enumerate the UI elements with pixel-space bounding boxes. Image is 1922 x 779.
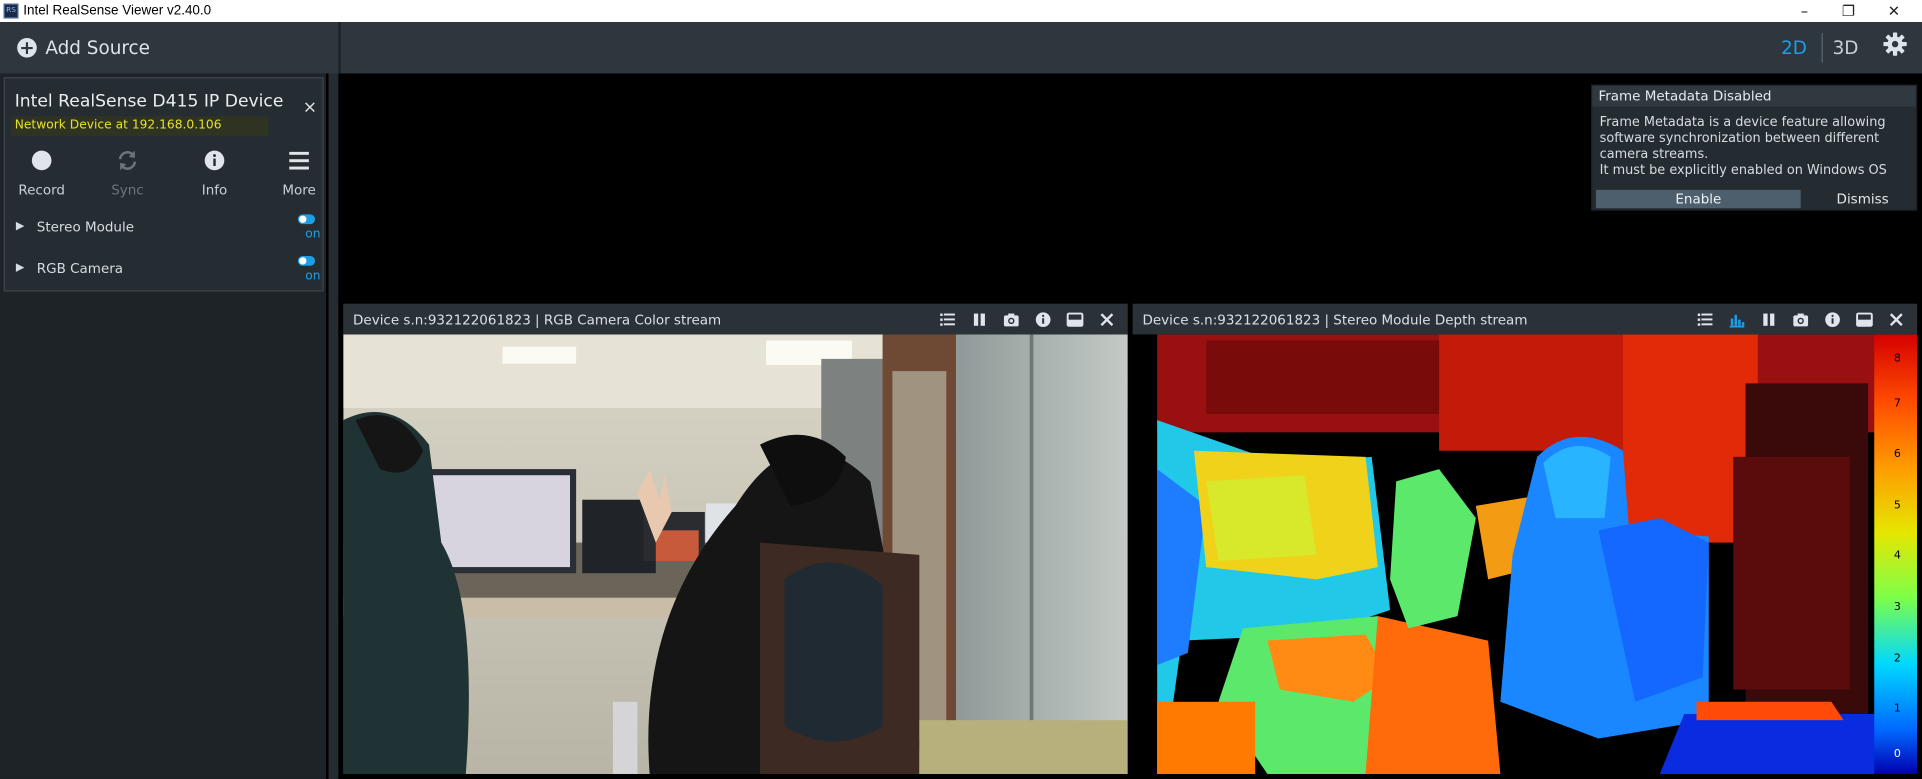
settings-gear-icon[interactable] [1883,32,1908,56]
info-icon[interactable] [1824,311,1841,328]
colorbar-label-7: 7 [1893,398,1901,411]
colorbar-label-8: 8 [1893,352,1901,365]
toolbar-divider [338,22,341,74]
minimize-stream-icon[interactable] [1066,311,1084,328]
colorbar-label-0: 0 [1893,748,1901,761]
rgb-color-stream-panel: Device s.n:932122061823 | RGB Camera Col… [343,303,1128,775]
notification-message: Frame Metadata is a device feature allow… [1599,115,1887,178]
colorbar-label-5: 5 [1893,499,1901,512]
pause-icon[interactable] [1760,311,1777,328]
app-logo-icon: RS [3,3,19,19]
depth-image [1132,334,1918,775]
minimize-stream-icon[interactable] [1856,311,1873,328]
info-button[interactable]: Info [178,147,252,208]
colorbar-label-2: 2 [1893,652,1901,666]
info-icon[interactable] [1035,311,1052,328]
stereo-module-state: on [305,227,321,242]
sync-label: Sync [111,182,144,199]
metadata-notification: Frame Metadata Disabled Frame Metadata i… [1591,84,1918,211]
rgb-camera-row[interactable]: ▶ RGB Camera on [15,255,321,288]
rgb-camera-toggle[interactable] [297,255,316,266]
expand-arrow-icon[interactable]: ▶ [16,262,24,274]
stream-title: Device s.n:932122061823 | Stereo Module … [1142,312,1528,329]
record-label: Record [18,182,65,199]
list-icon[interactable] [939,311,956,328]
menu-icon [289,151,309,170]
info-icon [204,150,225,171]
enable-metadata-button[interactable]: Enable [1595,189,1801,209]
device-address: Network Device at 192.168.0.106 [11,116,269,136]
realsense-viewer-window: RS Intel RealSense Viewer v2.40.0 – ❐ ✕ … [0,0,1922,779]
stream-header: Device s.n:932122061823 | RGB Camera Col… [343,303,1128,335]
stream-header: Device s.n:932122061823 | Stereo Module … [1132,303,1918,335]
view-3d-button[interactable]: 3D [1833,37,1859,59]
camera-icon[interactable] [1003,311,1020,328]
view-toggle-divider [1821,33,1823,63]
rgb-camera-frame [343,334,1128,775]
close-window-button[interactable]: ✕ [1873,0,1915,22]
rgb-camera-image [343,334,1128,775]
close-stream-icon[interactable] [1098,311,1115,328]
stream-title: Device s.n:932122061823 | RGB Camera Col… [353,312,722,329]
minimize-window-button[interactable]: – [1784,0,1826,22]
more-button[interactable]: More [262,147,336,208]
histogram-icon[interactable] [1728,311,1745,328]
depth-stream-panel: Device s.n:932122061823 | Stereo Module … [1132,303,1918,775]
stereo-module-row[interactable]: ▶ Stereo Module on [15,214,321,246]
add-circle-icon: + [17,38,37,58]
colorbar-label-6: 6 [1893,448,1901,461]
notification-title: Frame Metadata Disabled [1592,85,1916,107]
add-source-label: Add Source [45,36,150,59]
rgb-camera-label: RGB Camera [36,260,124,277]
colorbar-label-3: 3 [1893,601,1901,614]
view-2d-button[interactable]: 2D [1781,37,1807,59]
title-bar: RS Intel RealSense Viewer v2.40.0 – ❐ ✕ [0,0,1922,23]
record-icon [31,150,52,171]
dismiss-notification-button[interactable]: Dismiss [1811,190,1915,208]
device-name: Intel RealSense D415 IP Device [14,91,284,112]
list-icon[interactable] [1697,311,1714,328]
pause-icon[interactable] [971,311,988,328]
remove-device-button[interactable]: × [303,98,317,118]
window-title: Intel RealSense Viewer v2.40.0 [23,3,212,19]
close-stream-icon[interactable] [1888,311,1905,328]
rgb-camera-state: on [305,269,321,283]
info-label: Info [201,182,228,199]
camera-icon[interactable] [1792,311,1809,328]
colorbar-label-1: 1 [1893,703,1901,716]
add-source-button[interactable]: + Add Source [0,22,338,73]
sync-button[interactable]: Sync [91,147,165,208]
sync-icon [118,150,137,171]
record-button[interactable]: Record [5,147,79,208]
colorbar-label-4: 4 [1893,549,1901,563]
expand-arrow-icon[interactable]: ▶ [16,220,24,232]
maximize-window-button[interactable]: ❐ [1828,0,1870,22]
stereo-module-toggle[interactable] [297,214,316,225]
more-label: More [282,182,316,199]
stereo-module-label: Stereo Module [36,219,135,236]
device-panel: Intel RealSense D415 IP Device Network D… [3,77,324,292]
depth-frame: 8 7 6 5 4 3 2 1 0 [1132,334,1918,775]
